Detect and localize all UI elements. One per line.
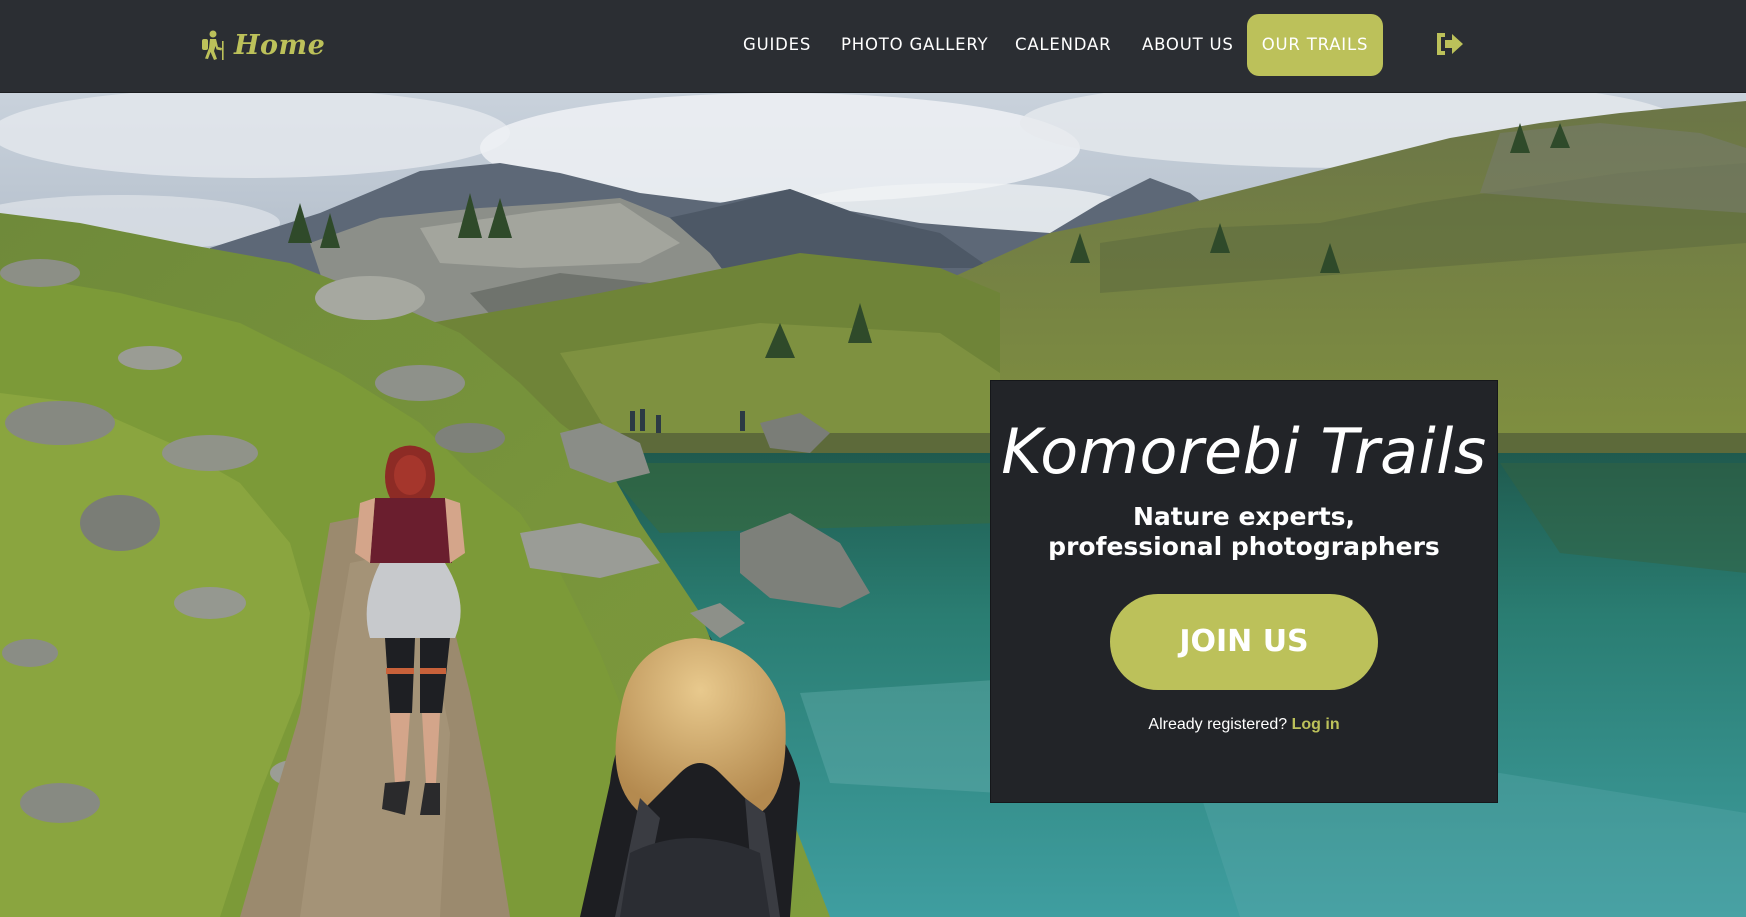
join-us-button[interactable]: JOIN US bbox=[1110, 594, 1378, 690]
login-prompt: Already registered? Log in bbox=[991, 716, 1497, 734]
main-nav: GUIDES PHOTO GALLERY CALENDAR ABOUT US O… bbox=[0, 14, 1746, 76]
tagline: Nature experts, professional photographe… bbox=[991, 502, 1497, 562]
nav-link-about-us[interactable]: ABOUT US bbox=[1142, 28, 1234, 62]
logout-icon[interactable] bbox=[1433, 30, 1465, 58]
tagline-line-2: professional photographers bbox=[1048, 532, 1440, 561]
tagline-line-1: Nature experts, bbox=[1132, 502, 1356, 531]
our-trails-button[interactable]: OUR TRAILS bbox=[1247, 14, 1383, 76]
nav-link-calendar[interactable]: CALENDAR bbox=[1015, 28, 1111, 62]
nav-link-photo-gallery[interactable]: PHOTO GALLERY bbox=[841, 28, 988, 62]
nav-link-guides[interactable]: GUIDES bbox=[743, 28, 811, 62]
site-title: Komorebi Trails bbox=[1001, 415, 1487, 488]
join-card: Komorebi Trails Nature experts, professi… bbox=[990, 380, 1498, 803]
navbar: Home GUIDES PHOTO GALLERY CALENDAR ABOUT… bbox=[0, 0, 1746, 93]
hero-section: Komorebi Trails Nature experts, professi… bbox=[0, 93, 1746, 917]
login-link[interactable]: Log in bbox=[1292, 716, 1340, 733]
login-prompt-text: Already registered? bbox=[1148, 716, 1288, 733]
